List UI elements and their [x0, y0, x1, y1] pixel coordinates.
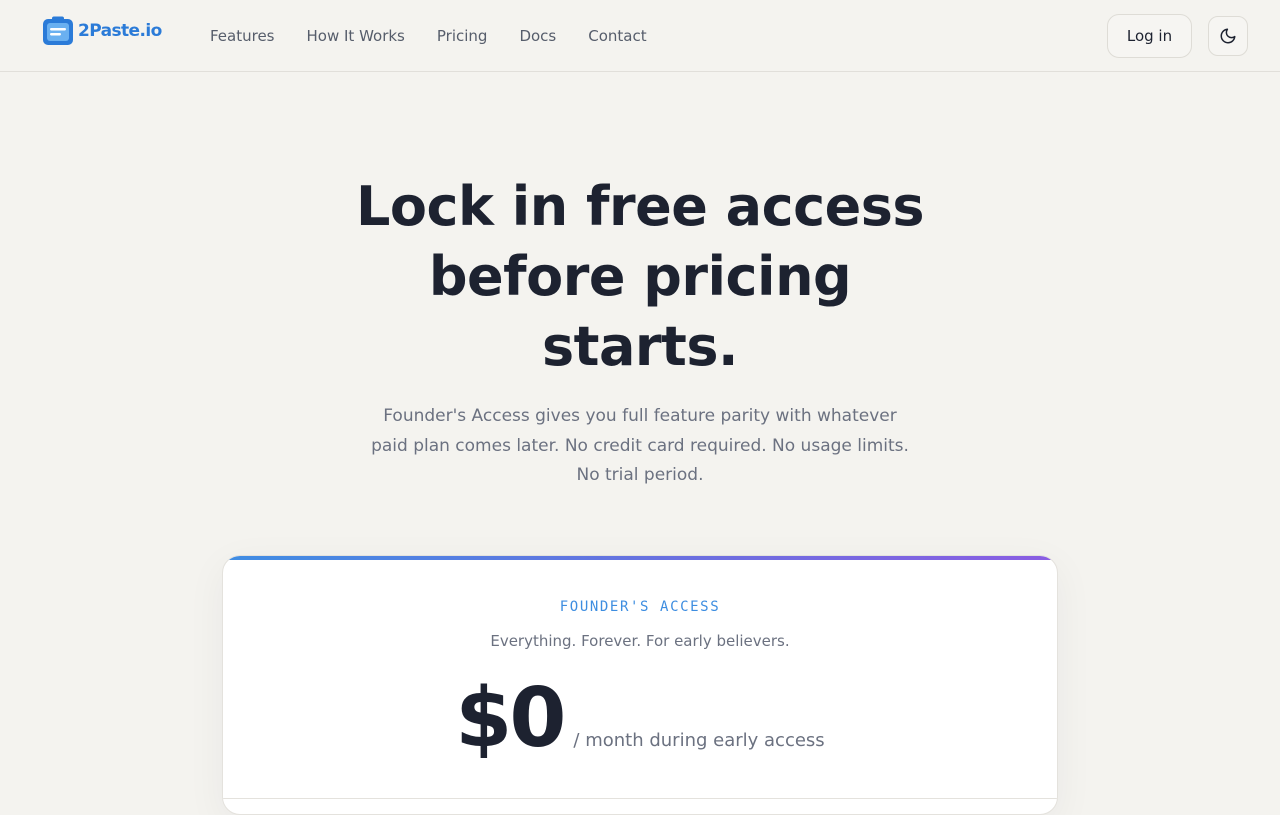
login-button[interactable]: Log in	[1107, 14, 1192, 58]
nav-link-contact[interactable]: Contact	[588, 27, 646, 45]
clipboard-icon	[43, 16, 73, 45]
nav-link-docs[interactable]: Docs	[519, 27, 556, 45]
hero-title: Lock in free access before pricing start…	[355, 175, 925, 378]
hero-subtitle: Founder's Access gives you full feature …	[371, 406, 909, 485]
theme-toggle-button[interactable]	[1208, 16, 1248, 56]
price-row: $0 / month during early access	[223, 674, 1057, 764]
moon-icon	[1220, 28, 1236, 44]
brand-logo[interactable]: 2Paste.io	[42, 16, 162, 46]
plan-price-period: / month during early access	[573, 730, 825, 751]
plan-name: FOUNDER'S ACCESS	[559, 599, 721, 615]
brand-name: 2Paste.io	[78, 21, 162, 41]
nav-link-how-it-works[interactable]: How It Works	[307, 27, 405, 45]
plan-tagline: Everything. Forever. For early believers…	[490, 632, 790, 650]
pricing-card: FOUNDER'S ACCESS Everything. Forever. Fo…	[222, 555, 1058, 815]
top-nav-bar: 2Paste.io Features How It Works Pricing …	[0, 0, 1280, 72]
plan-price: $0	[455, 671, 566, 766]
card-accent-bar	[223, 556, 1057, 560]
main-nav: Features How It Works Pricing Docs Conta…	[210, 0, 647, 72]
nav-link-features[interactable]: Features	[210, 27, 275, 45]
nav-link-pricing[interactable]: Pricing	[437, 27, 488, 45]
card-divider	[223, 798, 1057, 799]
